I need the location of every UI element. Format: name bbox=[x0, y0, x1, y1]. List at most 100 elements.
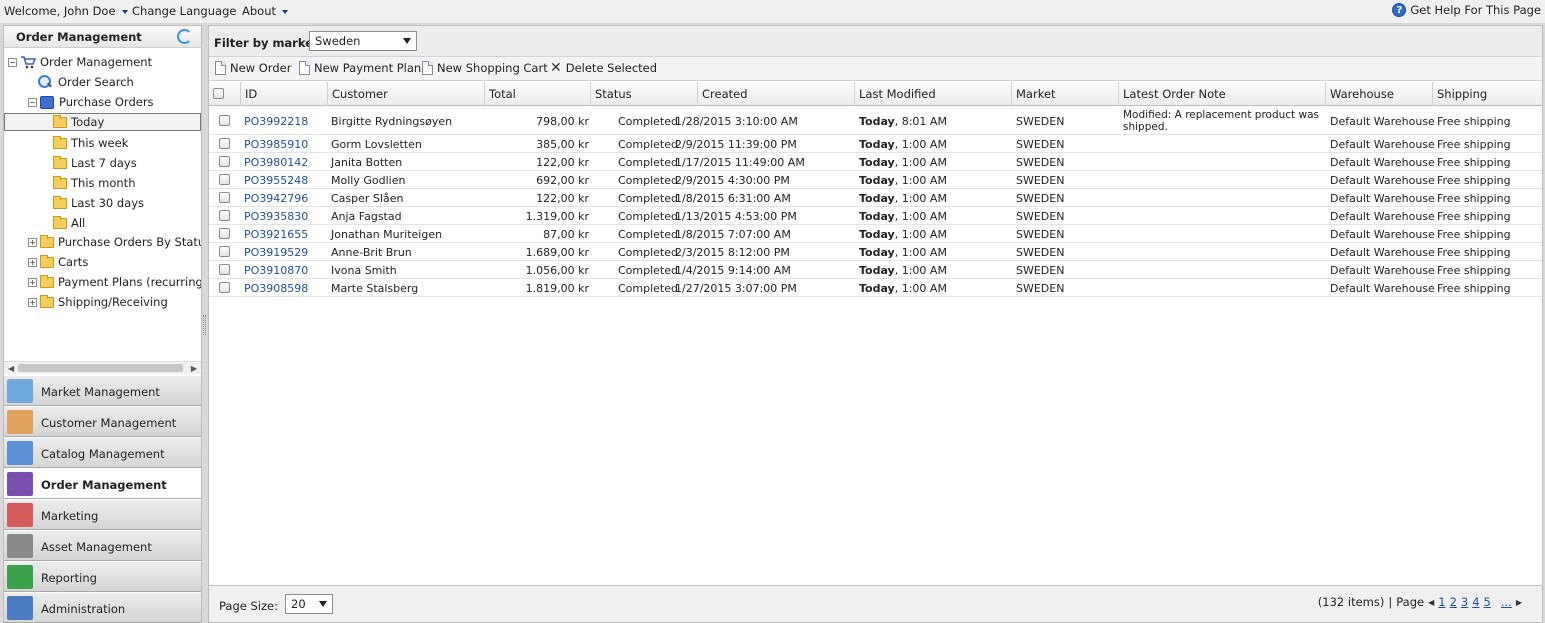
order-id-link[interactable]: PO3919529 bbox=[244, 246, 308, 259]
table-row[interactable]: PO3921655 Jonathan Muriteigen 87,00 kr Comp… bbox=[209, 225, 1542, 243]
table-row[interactable]: PO3910870 Ivona Smith 1.056,00 kr Completed… bbox=[209, 261, 1542, 279]
tree-node-all[interactable]: All bbox=[53, 214, 85, 232]
row-checkbox[interactable] bbox=[219, 228, 230, 239]
order-id-link[interactable]: PO3992218 bbox=[244, 115, 308, 128]
module-customer-management[interactable]: Customer Management bbox=[4, 406, 201, 437]
table-row[interactable]: PO3985910 Gorm Lovsletten 385,00 kr Complet… bbox=[209, 135, 1542, 153]
help-link[interactable]: ? Get Help For This Page bbox=[1392, 3, 1541, 17]
created-cell: 2/9/2015 4:30:00 PM bbox=[675, 174, 790, 187]
new-order-button[interactable]: New Order bbox=[215, 61, 291, 75]
table-row[interactable]: PO3955248 Molly Godlien 692,00 kr Completed… bbox=[209, 171, 1542, 189]
order-id-link[interactable]: PO3942796 bbox=[244, 192, 308, 205]
tree-node-payment-plans[interactable]: + Payment Plans (recurring) bbox=[28, 273, 201, 291]
next-page-icon[interactable]: ▶ bbox=[1516, 598, 1522, 607]
header-customer[interactable]: Customer bbox=[327, 82, 485, 106]
table-row[interactable]: PO3980142 Janita Botten 122,00 kr Completed… bbox=[209, 153, 1542, 171]
tree-node-this-week[interactable]: This week bbox=[53, 134, 128, 152]
expand-icon[interactable]: + bbox=[28, 237, 37, 247]
module-reporting[interactable]: Reporting bbox=[4, 561, 201, 592]
row-checkbox[interactable] bbox=[219, 156, 230, 167]
order-id-link[interactable]: PO3985910 bbox=[244, 138, 308, 151]
created-cell: 1/28/2015 3:10:00 AM bbox=[675, 115, 798, 128]
row-checkbox[interactable] bbox=[219, 138, 230, 149]
page-size-select[interactable]: 20 bbox=[285, 594, 333, 614]
tree-node-shipping-receiving[interactable]: + Shipping/Receiving bbox=[28, 293, 168, 311]
module-administration[interactable]: Administration bbox=[4, 592, 201, 623]
refresh-icon[interactable] bbox=[177, 29, 192, 44]
row-checkbox[interactable] bbox=[219, 115, 230, 126]
tree-node-order-management[interactable]: − Order Management bbox=[8, 53, 152, 71]
order-id-link[interactable]: PO3908598 bbox=[244, 282, 308, 295]
row-checkbox[interactable] bbox=[219, 210, 230, 221]
page-link-2[interactable]: 2 bbox=[1450, 595, 1457, 609]
module-asset-management[interactable]: Asset Management bbox=[4, 530, 201, 561]
module-market-management[interactable]: Market Management bbox=[4, 375, 201, 406]
row-checkbox[interactable] bbox=[219, 282, 230, 293]
table-row[interactable]: PO3935830 Anja Fagstad 1.319,00 kr Complete… bbox=[209, 207, 1542, 225]
page-link-1[interactable]: 1 bbox=[1438, 595, 1445, 609]
cart-icon bbox=[21, 56, 36, 69]
order-id-link[interactable]: PO3955248 bbox=[244, 174, 308, 187]
about-menu[interactable]: About bbox=[242, 4, 289, 18]
tree-node-today[interactable]: Today bbox=[4, 113, 201, 131]
chevron-down-icon bbox=[282, 9, 289, 14]
header-id[interactable]: ID bbox=[240, 82, 328, 106]
expand-icon[interactable]: + bbox=[28, 277, 37, 287]
tree-node-purchase-orders-by-status[interactable]: + Purchase Orders By Status bbox=[28, 233, 201, 251]
row-checkbox[interactable] bbox=[219, 192, 230, 203]
new-payment-plan-button[interactable]: New Payment Plan bbox=[299, 61, 421, 75]
scroll-thumb[interactable] bbox=[18, 364, 183, 372]
header-last-modified[interactable]: Last Modified bbox=[854, 82, 1012, 106]
module-order-management[interactable]: Order Management bbox=[4, 468, 201, 499]
order-id-link[interactable]: PO3980142 bbox=[244, 156, 308, 169]
tree-node-purchase-orders[interactable]: − Purchase Orders bbox=[28, 93, 154, 111]
page-link-4[interactable]: 4 bbox=[1472, 595, 1479, 609]
tree-node-order-search[interactable]: Order Search bbox=[38, 73, 134, 91]
header-shipping[interactable]: Shipping bbox=[1432, 82, 1543, 106]
header-total[interactable]: Total bbox=[484, 82, 591, 106]
expand-icon[interactable]: + bbox=[28, 297, 37, 307]
tree-node-last-30-days[interactable]: Last 30 days bbox=[53, 194, 144, 212]
row-checkbox[interactable] bbox=[219, 174, 230, 185]
module-catalog-management[interactable]: Catalog Management bbox=[4, 437, 201, 468]
order-id-link[interactable]: PO3910870 bbox=[244, 264, 308, 277]
reporting-icon bbox=[7, 565, 33, 589]
collapse-icon[interactable]: − bbox=[28, 97, 37, 107]
header-created[interactable]: Created bbox=[697, 82, 855, 106]
market-select-value: Sweden bbox=[315, 34, 361, 48]
page-link-3[interactable]: 3 bbox=[1461, 595, 1468, 609]
header-latest-order-note[interactable]: Latest Order Note bbox=[1118, 82, 1326, 106]
row-checkbox[interactable] bbox=[219, 264, 230, 275]
table-row[interactable]: PO3908598 Marte Stalsberg 1.819,00 kr Compl… bbox=[209, 279, 1542, 297]
header-warehouse[interactable]: Warehouse bbox=[1325, 82, 1433, 106]
module-label: Market Management bbox=[41, 385, 160, 399]
table-row[interactable]: PO3942796 Casper Slåen 122,00 kr Completed 1… bbox=[209, 189, 1542, 207]
collapse-icon[interactable]: − bbox=[8, 57, 17, 67]
page-link-5[interactable]: 5 bbox=[1484, 595, 1491, 609]
order-id-link[interactable]: PO3935830 bbox=[244, 210, 308, 223]
navigation-panel: Order Management − Order Management Orde… bbox=[3, 25, 202, 623]
scroll-right-icon[interactable]: ▶ bbox=[191, 364, 197, 373]
more-pages-link[interactable]: ... bbox=[1501, 595, 1512, 609]
change-language-link[interactable]: Change Language bbox=[132, 4, 236, 18]
tree-node-this-month[interactable]: This month bbox=[53, 174, 135, 192]
table-row[interactable]: PO3992218 Birgitte Rydningsøyen 798,00 kr C… bbox=[209, 107, 1542, 135]
header-market[interactable]: Market bbox=[1011, 82, 1119, 106]
market-select[interactable]: Sweden bbox=[309, 31, 417, 51]
prev-page-icon[interactable]: ◀ bbox=[1428, 598, 1434, 607]
order-id-link[interactable]: PO3921655 bbox=[244, 228, 308, 241]
delete-selected-button[interactable]: ✕ Delete Selected bbox=[550, 61, 657, 75]
scroll-left-icon[interactable]: ◀ bbox=[8, 364, 14, 373]
tree-node-carts[interactable]: + Carts bbox=[28, 253, 88, 271]
user-menu[interactable]: Welcome, John Doe bbox=[4, 4, 128, 18]
tree-horizontal-scrollbar[interactable]: ◀ ▶ bbox=[4, 361, 201, 374]
table-row[interactable]: PO3919529 Anne-Brit Brun 1.689,00 kr Comple… bbox=[209, 243, 1542, 261]
row-checkbox[interactable] bbox=[219, 246, 230, 257]
select-all-checkbox[interactable] bbox=[213, 88, 224, 99]
header-status[interactable]: Status bbox=[590, 82, 697, 106]
expand-icon[interactable]: + bbox=[28, 257, 37, 267]
module-marketing[interactable]: Marketing bbox=[4, 499, 201, 530]
total-cell: 1.319,00 kr bbox=[525, 210, 589, 223]
tree-node-last-7-days[interactable]: Last 7 days bbox=[53, 154, 137, 172]
new-shopping-cart-button[interactable]: New Shopping Cart bbox=[422, 61, 548, 75]
